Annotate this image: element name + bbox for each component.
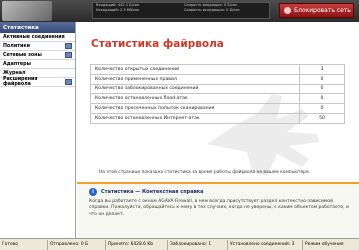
outgoing-stat: Исходящий: 2.5 Кб/сек bbox=[96, 8, 140, 12]
sidebar-item-policies[interactable]: Политики bbox=[0, 42, 75, 51]
table-row: Количество открытых соединений 3 bbox=[90, 64, 345, 75]
sidebar-item-label: Адаптеры bbox=[3, 61, 31, 67]
table-row: Количество остановленных flood-атак 0 bbox=[90, 93, 345, 105]
speed-out-stat: Скорость исходящих: 0 Б/сек bbox=[184, 8, 240, 12]
table-row: Количество заблокированных соединений 0 bbox=[90, 83, 345, 95]
sidebar-item-network-zones[interactable]: Сетевые зоны bbox=[0, 51, 75, 60]
help-title: i Статистика — Контекстная справка bbox=[89, 188, 204, 196]
sidebar: Статистика Активные соединения Политики … bbox=[0, 22, 76, 238]
row-value: 3 bbox=[299, 64, 345, 75]
stats-table: Количество открытых соединений 3 Количест… bbox=[90, 64, 345, 124]
status-bar: Готово Отправлено: 0 Б Принято: 6428.6 K… bbox=[0, 238, 359, 250]
page-title: Статистика файрвола bbox=[91, 38, 224, 50]
sidebar-item-active-connections[interactable]: Активные соединения bbox=[0, 33, 75, 42]
expand-icon[interactable] bbox=[65, 79, 72, 85]
row-label: Количество открытых соединений bbox=[90, 64, 300, 75]
sidebar-item-extensions[interactable]: Расширения файрвола bbox=[0, 77, 75, 87]
status-mode: Режим обучения bbox=[305, 242, 344, 247]
row-label: Количество остановленных Интернет-атак bbox=[90, 112, 300, 124]
page-footnote: На этой странице показана статистика за … bbox=[99, 170, 311, 175]
table-row: Количество пресеченных попыток сканирова… bbox=[90, 103, 345, 114]
sidebar-item-label: Сетевые зоны bbox=[3, 52, 42, 58]
status-sent: Отправлено: 0 Б bbox=[48, 239, 106, 250]
sidebar-item-label: Расширения файрвола bbox=[3, 77, 38, 87]
row-value: 0 bbox=[299, 73, 345, 85]
traffic-stats: Входящий: 442.1 Б/сек Скорость входящих:… bbox=[92, 2, 270, 19]
help-panel: i Статистика — Контекстная справка Когда… bbox=[77, 182, 359, 238]
sidebar-title: Статистика bbox=[0, 22, 75, 33]
top-bar: Входящий: 442.1 Б/сек Скорость входящих:… bbox=[0, 0, 359, 22]
row-label: Количество примененных правил bbox=[90, 73, 300, 85]
row-value: 0 bbox=[299, 103, 345, 114]
sidebar-item-label: Активные соединения bbox=[3, 34, 65, 40]
row-value: 0 bbox=[299, 83, 345, 95]
block-network-button[interactable]: Блокировать сеть bbox=[279, 3, 354, 18]
expand-icon[interactable] bbox=[65, 43, 72, 49]
info-icon: i bbox=[89, 188, 97, 196]
row-label: Количество заблокированных соединений bbox=[90, 83, 300, 95]
table-row: Количество остановленных Интернет-атак 50 bbox=[90, 112, 345, 124]
status-connections: Установлено соединений: 3 bbox=[228, 239, 303, 250]
sidebar-item-label: Политики bbox=[3, 43, 30, 49]
help-text: Когда вы работаете с окном AGAVA Firewal… bbox=[89, 199, 349, 217]
expand-icon[interactable] bbox=[65, 52, 72, 58]
row-value: 50 bbox=[299, 112, 345, 124]
block-icon bbox=[284, 7, 291, 14]
status-received: Принято: 6428.6 Kb bbox=[106, 239, 168, 250]
row-value: 0 bbox=[299, 93, 345, 105]
status-ready: Готово bbox=[0, 239, 48, 250]
help-title-text: Статистика — Контекстная справка bbox=[101, 189, 204, 195]
row-label: Количество остановленных flood-атак bbox=[90, 93, 300, 105]
row-label: Количество пресеченных попыток сканирова… bbox=[90, 103, 300, 114]
main-panel: Статистика файрвола Количество открытых … bbox=[77, 22, 359, 182]
block-network-label: Блокировать сеть bbox=[294, 7, 351, 14]
status-blocked: Заблокировано: 1 bbox=[168, 239, 228, 250]
table-row: Количество примененных правил 0 bbox=[90, 73, 345, 85]
sidebar-item-label: Журнал bbox=[3, 70, 26, 76]
sidebar-item-adapters[interactable]: Адаптеры bbox=[0, 60, 75, 69]
app-logo bbox=[2, 1, 52, 21]
